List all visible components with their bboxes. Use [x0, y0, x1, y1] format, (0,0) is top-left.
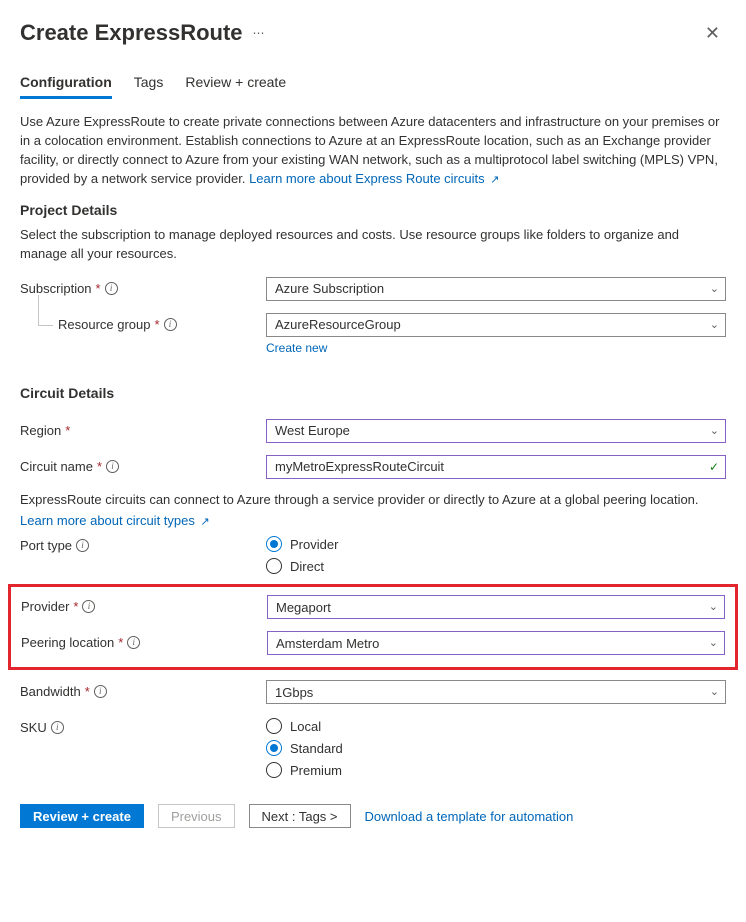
sku-premium-radio[interactable]: Premium [266, 762, 726, 778]
close-icon[interactable]: ✕ [699, 21, 726, 46]
info-icon[interactable]: i [76, 539, 89, 552]
sku-standard-radio[interactable]: Standard [266, 740, 726, 756]
info-icon[interactable]: i [94, 685, 107, 698]
radio-selected-icon [266, 536, 282, 552]
highlight-region: Provider * i Megaport ⌄ Peering location… [8, 584, 738, 670]
peering-location-select[interactable]: Amsterdam Metro ⌄ [267, 631, 725, 655]
info-icon[interactable]: i [82, 600, 95, 613]
circuit-name-label: Circuit name [20, 459, 93, 474]
port-type-label: Port type [20, 538, 72, 553]
tab-configuration[interactable]: Configuration [20, 68, 112, 99]
radio-selected-icon [266, 740, 282, 756]
info-icon[interactable]: i [51, 721, 64, 734]
external-link-icon: ↗ [201, 516, 210, 528]
tab-tags[interactable]: Tags [134, 68, 164, 99]
project-details-sub: Select the subscription to manage deploy… [20, 226, 726, 262]
chevron-down-icon: ⌄ [710, 318, 719, 331]
resource-group-label: Resource group [58, 317, 151, 332]
region-select[interactable]: West Europe ⌄ [266, 419, 726, 443]
chevron-down-icon: ⌄ [710, 685, 719, 698]
learn-circuit-types-link[interactable]: Learn more about circuit types ↗ [20, 513, 210, 528]
circuit-details-heading: Circuit Details [20, 385, 726, 401]
page-title: Create ExpressRoute [20, 20, 243, 46]
download-template-link[interactable]: Download a template for automation [365, 809, 574, 824]
learn-circuits-link[interactable]: Learn more about Express Route circuits … [249, 171, 499, 186]
more-button[interactable]: ⋯ [253, 26, 266, 40]
bandwidth-label: Bandwidth [20, 684, 81, 699]
subscription-label: Subscription [20, 281, 92, 296]
radio-icon [266, 558, 282, 574]
bandwidth-select[interactable]: 1Gbps ⌄ [266, 680, 726, 704]
chevron-down-icon: ⌄ [710, 282, 719, 295]
radio-icon [266, 762, 282, 778]
subscription-select[interactable]: Azure Subscription ⌄ [266, 277, 726, 301]
info-icon[interactable]: i [105, 282, 118, 295]
sku-label: SKU [20, 720, 47, 735]
create-new-rg-link[interactable]: Create new [266, 341, 726, 355]
next-button[interactable]: Next : Tags > [249, 804, 351, 828]
chevron-down-icon: ⌄ [710, 424, 719, 437]
tab-review[interactable]: Review + create [185, 68, 286, 99]
external-link-icon: ↗ [490, 174, 499, 186]
check-icon: ✓ [709, 460, 719, 474]
previous-button[interactable]: Previous [158, 804, 235, 828]
port-type-direct-radio[interactable]: Direct [266, 558, 726, 574]
provider-select[interactable]: Megaport ⌄ [267, 595, 725, 619]
sku-local-radio[interactable]: Local [266, 718, 726, 734]
intro-text: Use Azure ExpressRoute to create private… [20, 113, 726, 188]
info-icon[interactable]: i [164, 318, 177, 331]
chevron-down-icon: ⌄ [709, 636, 718, 649]
port-type-provider-radio[interactable]: Provider [266, 536, 726, 552]
info-icon[interactable]: i [106, 460, 119, 473]
resource-group-select[interactable]: AzureResourceGroup ⌄ [266, 313, 726, 337]
project-details-heading: Project Details [20, 202, 726, 218]
review-create-button[interactable]: Review + create [20, 804, 144, 828]
region-label: Region [20, 423, 61, 438]
chevron-down-icon: ⌄ [709, 600, 718, 613]
info-icon[interactable]: i [127, 636, 140, 649]
circuit-desc: ExpressRoute circuits can connect to Azu… [20, 491, 726, 509]
peering-location-label: Peering location [21, 635, 114, 650]
provider-label: Provider [21, 599, 69, 614]
circuit-name-input[interactable]: myMetroExpressRouteCircuit ✓ [266, 455, 726, 479]
radio-icon [266, 718, 282, 734]
